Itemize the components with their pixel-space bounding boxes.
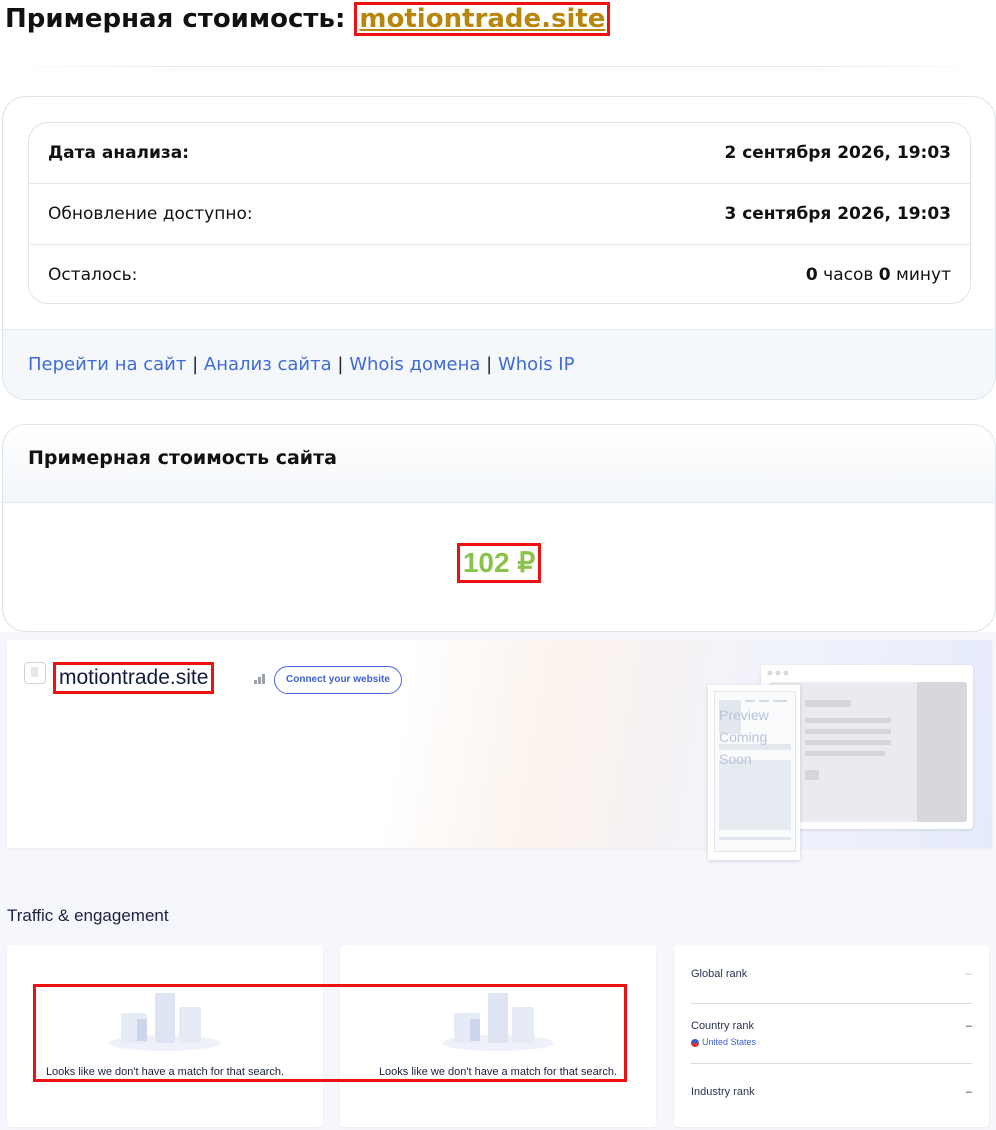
valuation-card: Примерная стоимость сайта 102 ₽ bbox=[2, 424, 996, 632]
page-title: Примерная стоимость: motiontrade.site bbox=[5, 2, 611, 36]
country-rank-row: Country rank – bbox=[691, 1020, 972, 1032]
info-label: Обновление доступно: bbox=[48, 204, 253, 224]
link-whois-ip[interactable]: Whois IP bbox=[498, 354, 574, 375]
link-go-to-site[interactable]: Перейти на сайт bbox=[28, 354, 186, 375]
domain-link[interactable]: motiontrade.site bbox=[354, 2, 611, 36]
divider bbox=[691, 1003, 972, 1004]
country-name: United States bbox=[702, 1037, 757, 1047]
rank-value: – bbox=[965, 1020, 972, 1032]
info-row-date: Дата анализа: 2 сентября 2026, 19:03 bbox=[29, 123, 970, 184]
preview-text-line2: Coming Soon bbox=[719, 729, 768, 767]
mobile-preview-image: Preview Coming Soon bbox=[708, 685, 800, 860]
hours-value: 0 bbox=[805, 265, 818, 285]
rank-label: Industry rank bbox=[691, 1086, 755, 1098]
link-whois-domain[interactable]: Whois домена bbox=[349, 354, 480, 375]
link-separator: | bbox=[192, 354, 199, 375]
analysis-card: Дата анализа: 2 сентября 2026, 19:03 Обн… bbox=[2, 96, 996, 400]
site-hero: motiontrade.site Connect your website Pr… bbox=[7, 640, 992, 860]
info-value: 2 сентября 2026, 19:03 bbox=[724, 143, 951, 163]
info-value: 0 часов 0 минут bbox=[806, 265, 951, 285]
info-label: Осталось: bbox=[48, 265, 138, 285]
info-table: Дата анализа: 2 сентября 2026, 19:03 Обн… bbox=[28, 122, 971, 304]
title-prefix: Примерная стоимость: bbox=[5, 4, 346, 34]
traffic-widget: motiontrade.site Connect your website Pr… bbox=[0, 632, 996, 1130]
info-row-update: Обновление доступно: 3 сентября 2026, 19… bbox=[29, 184, 970, 245]
highlight-box bbox=[33, 984, 627, 1082]
valuation-heading: Примерная стоимость сайта bbox=[3, 425, 995, 503]
preview-text-line1: Preview bbox=[719, 707, 769, 723]
divider bbox=[0, 66, 996, 67]
favicon-icon bbox=[24, 662, 46, 684]
hours-unit: часов bbox=[823, 265, 874, 285]
us-flag-icon bbox=[691, 1038, 699, 1047]
connect-website-button[interactable]: Connect your website bbox=[274, 666, 402, 694]
industry-rank-row: Industry rank – bbox=[691, 1086, 972, 1098]
section-title: Traffic & engagement bbox=[7, 906, 169, 925]
browser-dots-icon bbox=[767, 670, 789, 676]
link-separator: | bbox=[486, 354, 493, 375]
info-value: 3 сентября 2026, 19:03 bbox=[724, 204, 951, 224]
price-value: 102 ₽ bbox=[456, 543, 542, 583]
links-bar: Перейти на сайт | Анализ сайта | Whois д… bbox=[3, 329, 995, 399]
rank-value: – bbox=[965, 968, 972, 980]
widget-domain: motiontrade.site bbox=[53, 662, 215, 694]
rank-value: – bbox=[965, 1086, 972, 1098]
link-separator: | bbox=[337, 354, 344, 375]
global-rank-row: Global rank – bbox=[691, 968, 972, 980]
country-link[interactable]: United States bbox=[691, 1037, 756, 1047]
rank-label: Country rank bbox=[691, 1020, 754, 1032]
rank-label: Global rank bbox=[691, 968, 748, 980]
signal-bars-icon bbox=[254, 674, 266, 684]
minutes-value: 0 bbox=[878, 265, 891, 285]
minutes-unit: минут bbox=[896, 265, 951, 285]
link-site-analysis[interactable]: Анализ сайта bbox=[204, 354, 332, 375]
info-row-remaining: Осталось: 0 часов 0 минут bbox=[29, 245, 970, 305]
rank-card: Global rank – Country rank – United Stat… bbox=[674, 945, 989, 1127]
divider bbox=[691, 1063, 972, 1064]
info-label: Дата анализа: bbox=[48, 143, 190, 163]
